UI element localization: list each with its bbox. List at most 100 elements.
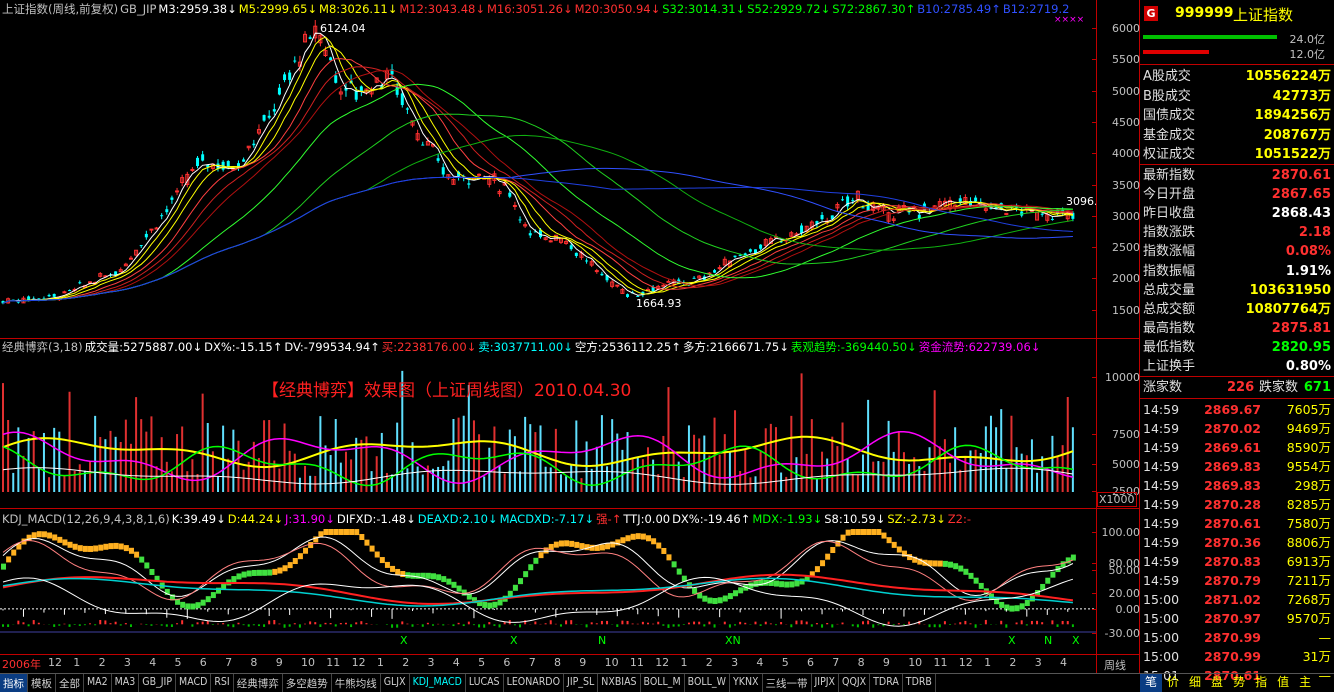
period-label: 周线 — [1104, 659, 1126, 672]
price-axis: 6000 5500 5000 4500 4000 3500 3000 2500 2000 1500 — [1092, 0, 1140, 338]
volume-unit-label: X1000 — [1097, 492, 1137, 507]
tick-price: 2870.83 — [1204, 554, 1261, 569]
tick-time: 15:00 — [1143, 649, 1180, 664]
market-volume-row: A股成交 10556224万 — [1141, 67, 1333, 86]
indicator-tab[interactable]: TDRB — [903, 674, 936, 692]
kdj-axis: 100.00 80.00 50.00 20.00 0.00 -30.00 — [1092, 508, 1140, 654]
row-label: 最低指数 — [1143, 339, 1196, 355]
indicator-tab[interactable]: LEONARDO — [504, 674, 565, 692]
time-label: 10 — [908, 656, 923, 669]
tick-price: 2870.97 — [1204, 611, 1261, 626]
time-label: 12 — [958, 656, 973, 669]
time-label: 2 — [98, 656, 106, 669]
indicator-tab[interactable]: 指标 — [0, 674, 28, 692]
row-label: 权证成交 — [1143, 147, 1196, 162]
kdj-tick: -30.00 — [1092, 627, 1140, 640]
price-tick: 4000 — [1092, 147, 1140, 160]
indicator-tab[interactable]: GLJX — [381, 674, 410, 692]
index-stat-row: 今日开盘 2867.65 — [1141, 185, 1333, 204]
indicator-tab[interactable]: 三线一带 — [763, 674, 812, 692]
indicator-tab[interactable]: RSI — [211, 674, 234, 692]
kdj-tick: 0.00 — [1092, 603, 1140, 616]
volume-bar-red — [1143, 50, 1209, 54]
market-volume-row: B股成交 42773万 — [1141, 87, 1333, 106]
indicator-tab[interactable]: GB_JIP — [139, 674, 177, 692]
indicator-tab[interactable]: JIP_SL — [564, 674, 599, 692]
tick-price: 2870.02 — [1204, 421, 1261, 436]
row-label: 昨日收盘 — [1143, 206, 1196, 222]
time-label: 1 — [73, 656, 81, 669]
time-label: 4 — [452, 656, 460, 669]
quote-tab[interactable]: 细 — [1184, 674, 1206, 692]
tick-volume: 6913万 — [1286, 554, 1331, 569]
indicator-tab-bar: 指标 模板 全部 MA2 MA3 GB_JIP MACD RSI 经典博弈 多空趋势 牛熊均线 GLJ… — [0, 673, 1140, 692]
indicator-tab[interactable]: LUCAS — [466, 674, 504, 692]
time-label: 4 — [756, 656, 764, 669]
tick-price: 2870.28 — [1204, 497, 1261, 512]
indicator-tab[interactable]: MA3 — [112, 674, 140, 692]
row-value: 10807764万 — [1245, 301, 1331, 317]
indicator-tab[interactable]: 牛熊均线 — [332, 674, 381, 692]
tick-volume: 8806万 — [1286, 535, 1331, 550]
tick-price: 2869.83 — [1204, 478, 1261, 493]
time-label: 12 — [351, 656, 366, 669]
time-label: 7 — [832, 656, 840, 669]
time-label: 11 — [326, 656, 341, 669]
indicator-tab[interactable]: BOLL_M — [641, 674, 685, 692]
tick-volume: 9469万 — [1286, 421, 1331, 436]
indicator-tab[interactable]: 多空趋势 — [283, 674, 332, 692]
tick-row: 14:59 2869.61 8590万 — [1141, 438, 1333, 457]
index-stat-row: 指数涨跌 2.18 — [1141, 223, 1333, 242]
time-label: 9 — [579, 656, 587, 669]
time-label: 8 — [857, 656, 865, 669]
quote-tab[interactable]: 势 — [1228, 674, 1250, 692]
time-label: 8 — [554, 656, 561, 669]
time-label: 7 — [225, 656, 233, 669]
indicator-tab[interactable]: 全部 — [56, 674, 84, 692]
fall-value: 671 — [1303, 380, 1331, 395]
indicator-tab[interactable]: 经典博弈 — [234, 674, 283, 692]
time-label: 8 — [250, 656, 258, 669]
indicator-tab[interactable]: QQJX — [839, 674, 871, 692]
indicator-tab[interactable]: BOLL_W — [685, 674, 730, 692]
tick-price: 2870.79 — [1204, 573, 1261, 588]
quote-tab[interactable]: 笔 — [1140, 674, 1163, 692]
tick-row: 14:59 2870.61 7580万 — [1141, 514, 1333, 533]
row-value: 2820.95 — [1271, 339, 1331, 355]
market-volume-row: 基金成交 208767万 — [1141, 126, 1333, 145]
row-value: 2.18 — [1298, 225, 1331, 241]
indicator-tab[interactable]: TDRA — [870, 674, 903, 692]
indicator-tab[interactable]: JIPJX — [812, 674, 840, 692]
tick-volume: 8590万 — [1286, 440, 1331, 455]
indicator-tab[interactable]: MACD — [176, 674, 212, 692]
market-badge: G — [1144, 6, 1158, 21]
row-label: 上证换手 — [1143, 359, 1196, 374]
chart-area[interactable]: 6124.04 1664.93 3096. ×××× X X N XN X N X 上证指数(周线,… — [0, 0, 1140, 673]
time-label: 7 — [528, 656, 536, 669]
tick-price: 2869.83 — [1204, 459, 1261, 474]
time-label: 3 — [427, 656, 435, 669]
quote-tab[interactable]: 盘 — [1206, 674, 1228, 692]
volume-bar-label-2: 12.0亿 — [1289, 48, 1326, 61]
fall-label: 跌家数 — [1259, 380, 1299, 395]
time-label: 3 — [1034, 656, 1042, 669]
tick-price: 2869.67 — [1204, 402, 1261, 417]
rise-value: 226 — [1227, 380, 1255, 395]
volume-tick: 7500 — [1092, 428, 1140, 441]
tick-row: 14:59 2869.67 7605万 — [1141, 400, 1333, 419]
quote-tab[interactable]: 值 — [1272, 674, 1294, 692]
indicator-tab[interactable]: KDJ_MACD — [410, 674, 466, 692]
quote-tab[interactable]: 价 — [1162, 674, 1184, 692]
index-stat-row: 上证换手 0.80% — [1141, 357, 1333, 376]
time-label: 6 — [807, 656, 814, 669]
quote-tab[interactable]: 主 — [1294, 674, 1316, 692]
indicator-tab[interactable]: 模板 — [28, 674, 56, 692]
indicator-tab[interactable]: MA2 — [84, 674, 112, 692]
row-value: 2875.81 — [1271, 320, 1331, 336]
quote-tab[interactable]: 指 — [1250, 674, 1272, 692]
row-label: 总成交量 — [1143, 282, 1196, 298]
index-stat-row: 指数涨幅 0.08% — [1141, 242, 1333, 261]
tick-row: 14:59 2870.83 6913万 — [1141, 552, 1333, 571]
indicator-tab[interactable]: YKNX — [730, 674, 763, 692]
indicator-tab[interactable]: NXBIAS — [598, 674, 641, 692]
